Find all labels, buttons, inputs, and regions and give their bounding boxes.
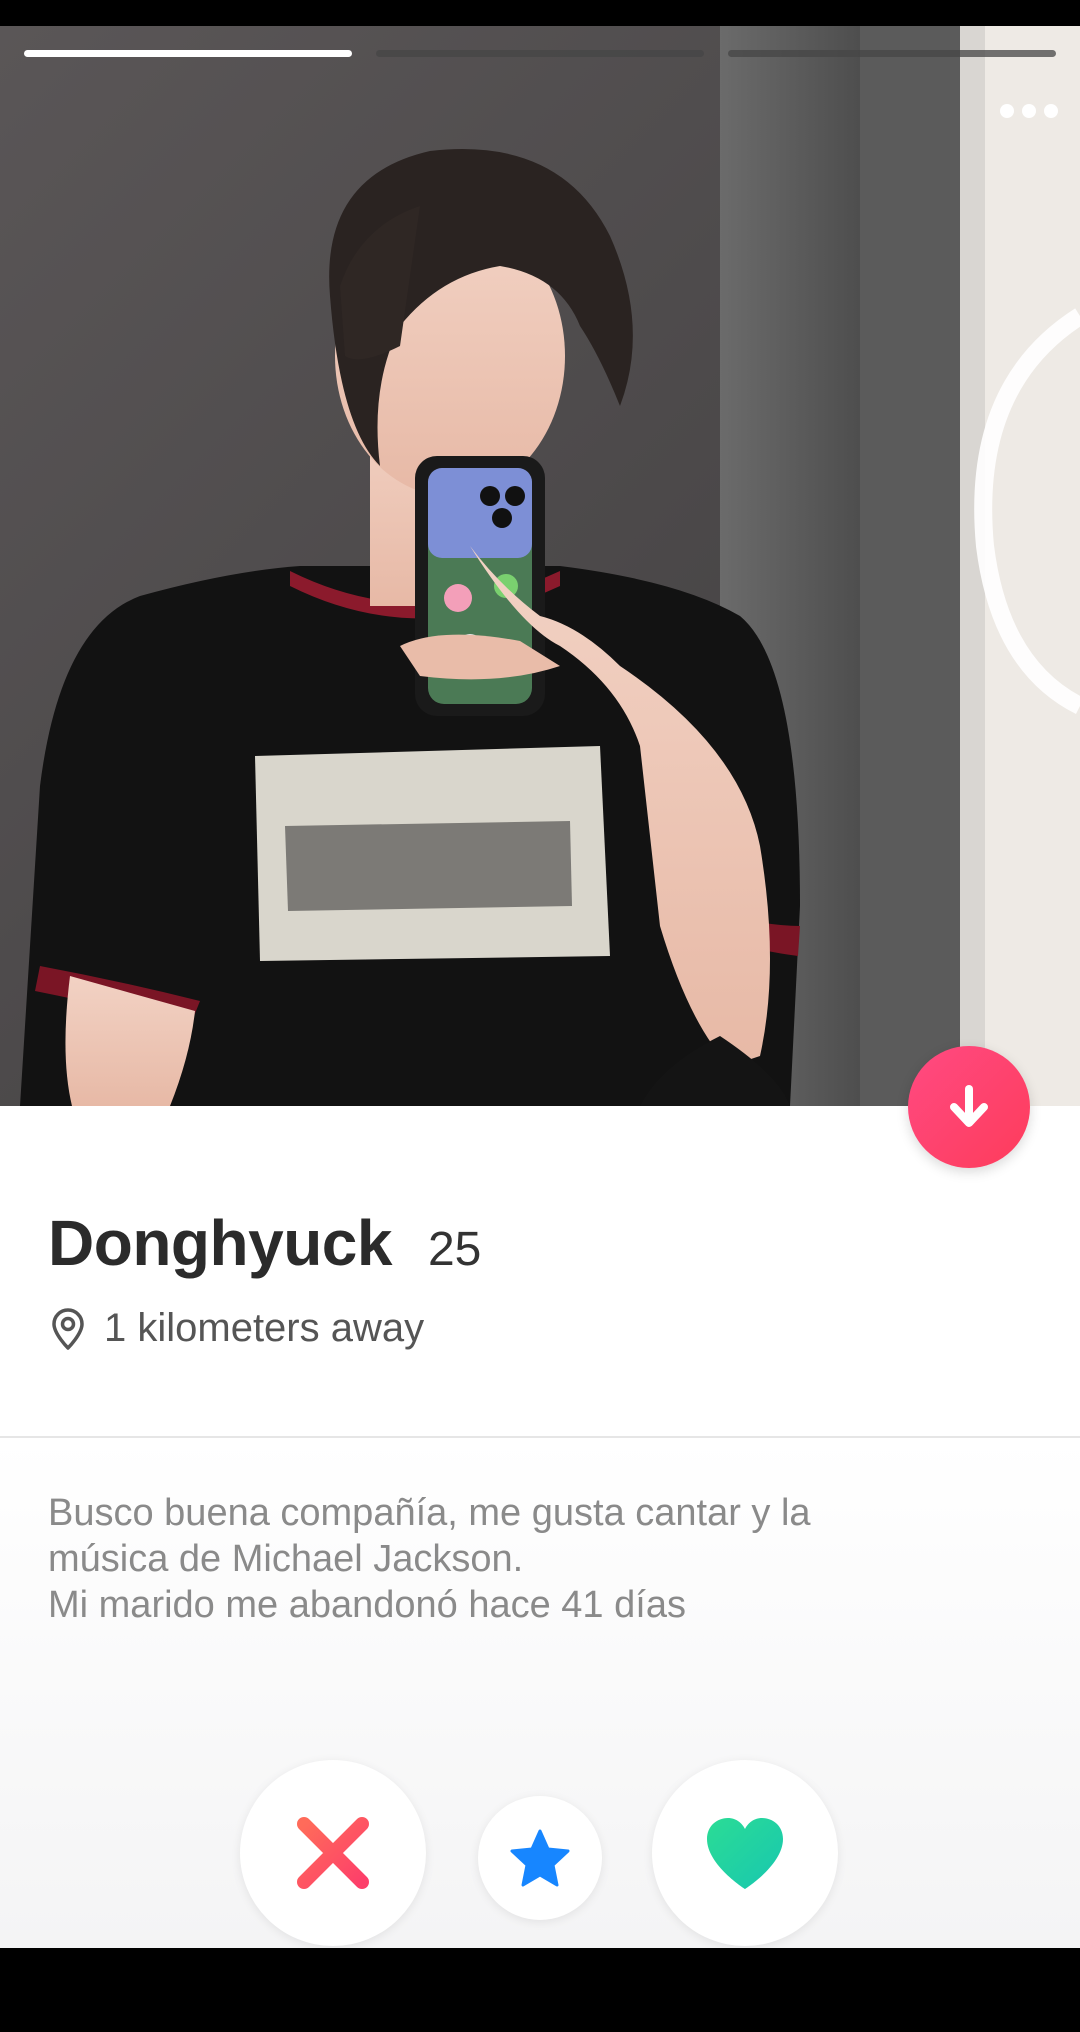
distance-row: 1 kilometers away xyxy=(48,1306,424,1351)
photo-progress-segment-2 xyxy=(376,50,704,57)
profile-age: 25 xyxy=(427,1223,482,1276)
profile-card-screen: Donghyuck 25 1 kilometers away Busco buen… xyxy=(0,26,1080,1948)
bio-text: Busco buena compañía, me gusta cantar y … xyxy=(48,1490,1038,1628)
arrow-down-icon xyxy=(950,1085,988,1127)
heart-icon xyxy=(707,1818,783,1889)
bio-line: música de Michael Jackson. xyxy=(48,1538,524,1580)
profile-photo[interactable] xyxy=(0,26,1080,1106)
photo-progress-bar xyxy=(24,50,1056,57)
more-dots-icon[interactable] xyxy=(1000,104,1058,118)
action-buttons xyxy=(0,1736,1080,1946)
bio-line: Busco buena compañía, me gusta cantar y … xyxy=(48,1492,811,1534)
name-age-row: Donghyuck 25 xyxy=(48,1206,481,1280)
nope-button[interactable] xyxy=(240,1760,426,1946)
star-icon xyxy=(510,1829,570,1887)
profile-name: Donghyuck xyxy=(48,1207,392,1279)
super-like-button[interactable] xyxy=(478,1796,602,1920)
photo-progress-segment-3 xyxy=(728,50,1056,57)
photo-progress-segment-1 xyxy=(24,50,352,57)
close-x-icon xyxy=(297,1817,369,1889)
collapse-profile-button[interactable] xyxy=(908,1046,1030,1168)
distance-text: 1 kilometers away xyxy=(104,1306,425,1350)
mirror-selfie-image xyxy=(0,26,1080,1106)
like-button[interactable] xyxy=(652,1760,838,1946)
location-pin-icon xyxy=(52,1307,84,1350)
bio-line: Mi marido me abandonó hace 41 días xyxy=(48,1584,686,1626)
